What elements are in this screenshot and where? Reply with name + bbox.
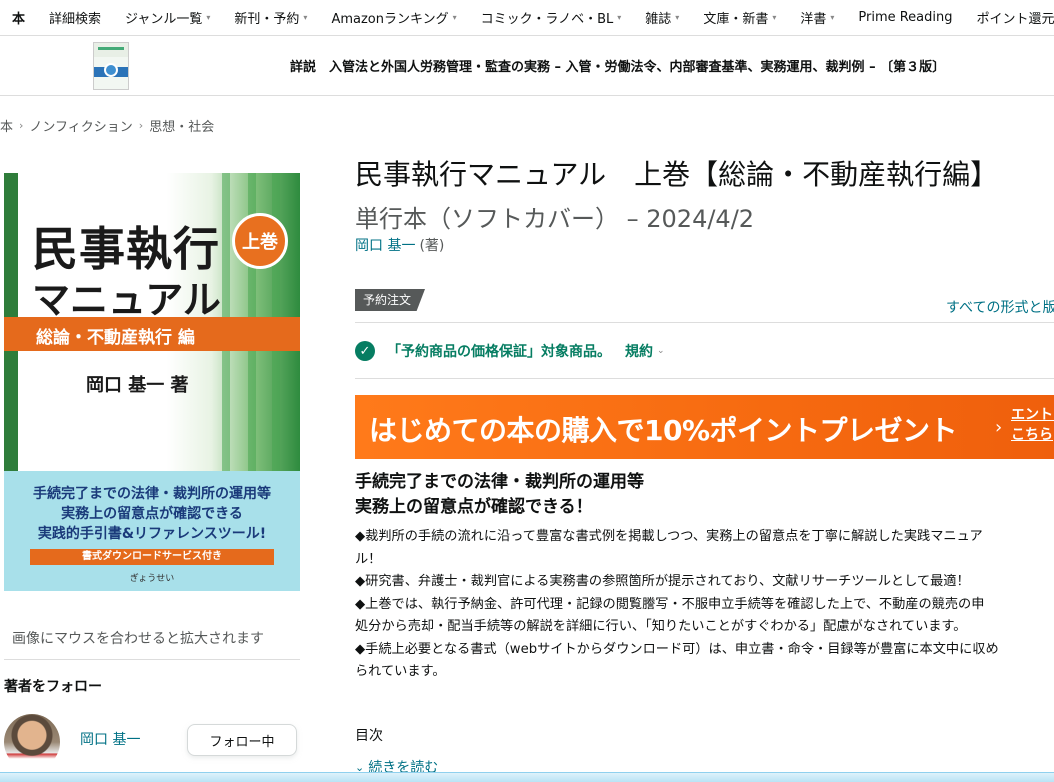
promo-entry-link[interactable]: エントリー こちら: [1011, 405, 1054, 445]
nav-item[interactable]: 雑誌 ▾: [633, 0, 691, 35]
chevron-down-icon: ▾: [830, 13, 835, 22]
chevron-down-icon: ▾: [772, 13, 777, 22]
related-book-title[interactable]: 詳説 入管法と外国人労務管理・監査の実務 – 入管・労働法令、内部審査基準、実務…: [290, 56, 945, 75]
nav-item[interactable]: 文庫・新書 ▾: [691, 0, 788, 35]
nav-item[interactable]: Amazonランキング ▾: [319, 0, 468, 35]
description-line: ◆研究書、弁護士・裁判官による実務書の参照箇所が提示されており、文献リサーチツー…: [355, 574, 970, 589]
breadcrumb-item-thought-society[interactable]: 思想・社会: [149, 116, 214, 135]
breadcrumb: 本 › ノンフィクション › 思想・社会: [0, 116, 214, 135]
chevron-down-icon: ▾: [303, 13, 308, 22]
category-nav: 本詳細検索 ジャンル一覧 ▾ 新刊・予約 ▾ Amazonランキング ▾ コミック・ラノベ・B…: [0, 0, 1054, 36]
author-name-link[interactable]: 岡口 基一: [80, 729, 140, 749]
related-product-bar: 詳説 入管法と外国人労務管理・監査の実務 – 入管・労働法令、内部審査基準、実務…: [0, 36, 1054, 96]
chevron-right-icon: ›: [19, 119, 24, 132]
description-body: ◆裁判所の手続の流れに沿って豊富な書式例を掲載しつつ、実務上の留意点を丁寧に解説…: [355, 526, 1054, 684]
description-line: られています。: [355, 664, 446, 679]
price-guarantee: ✓ 「予約商品の価格保証」対象商品。 規約 ⌄: [355, 341, 665, 361]
cover-tagline-1: 手続完了までの法律・裁判所の運用等: [33, 486, 271, 502]
cover-tagline-2: 実務上の留意点が確認できる: [61, 506, 243, 522]
cover-download-note: 書式ダウンロードサービス付き: [30, 549, 274, 565]
nav-item[interactable]: 本: [0, 0, 37, 35]
description-heading: 手続完了までの法律・裁判所の運用等 実務上の留意点が確認できる！: [355, 472, 644, 517]
cover-author: 岡口 基一 著: [86, 375, 189, 396]
nav-item[interactable]: 新刊・予約 ▾: [222, 0, 319, 35]
description-line: ◆手続上必要となる書式（webサイトからダウンロード可）は、申立書・命令・目録等…: [355, 641, 999, 657]
chevron-down-icon: ▾: [452, 13, 457, 22]
chevron-down-icon: ▾: [675, 13, 680, 22]
description-line: ル！: [355, 551, 382, 567]
toc-label: 目次: [355, 728, 383, 744]
description-line: ◆裁判所の手続の流れに沿って豊富な書式例を掲載しつつ、実務上の留意点を丁寧に解説…: [355, 529, 983, 544]
bottom-bar: [0, 772, 1054, 782]
all-formats-link[interactable]: すべての形式と版: [946, 297, 1054, 317]
book-cover-image[interactable]: 民事執行 マニュアル 上巻 総論・不動産執行 編 岡口 基一 著 手続完了までの…: [4, 173, 300, 591]
author-link[interactable]: 岡口 基一: [355, 238, 415, 254]
breadcrumb-item-nonfiction[interactable]: ノンフィクション: [29, 116, 132, 135]
product-title: 民事執行マニュアル 上巻【総論・不動産執行編】: [355, 158, 999, 191]
promo-text: はじめての本の購入で10%ポイントプレゼント: [369, 414, 958, 447]
follow-button[interactable]: フォロー中: [187, 724, 297, 756]
cover-tagline-3: 実践的手引書&リファレンスツール!: [37, 526, 267, 542]
nav-item[interactable]: 詳細検索: [37, 0, 113, 35]
divider: [4, 659, 300, 660]
check-circle-icon: ✓: [355, 341, 375, 361]
breadcrumb-item-books[interactable]: 本: [0, 116, 13, 135]
nav-item[interactable]: ジャンル一覧 ▾: [113, 0, 222, 35]
related-book-thumbnail[interactable]: [93, 42, 129, 90]
zoom-hint: 画像にマウスを合わせると拡大されます: [12, 631, 264, 647]
chevron-down-icon[interactable]: ⌄: [657, 346, 665, 356]
divider: [355, 322, 1054, 323]
cover-title-line2: マニュアル: [32, 277, 221, 322]
chevron-right-icon: ›: [995, 417, 1003, 438]
nav-item[interactable]: ポイント還元: [965, 0, 1054, 35]
cover-volume-badge: 上巻: [232, 213, 288, 269]
preorder-badge: 予約注文: [355, 289, 426, 311]
cover-publisher: ぎょうせい: [129, 574, 175, 584]
chevron-down-icon: ▾: [617, 13, 622, 22]
cover-lower-panel: 手続完了までの法律・裁判所の運用等 実務上の留意点が確認できる 実践的手引書&リ…: [4, 471, 300, 591]
promo-banner[interactable]: はじめての本の購入で10%ポイントプレゼント › エントリー こちら: [355, 395, 1054, 459]
price-guarantee-text: 「予約商品の価格保証」対象商品。: [387, 344, 611, 360]
cover-subtitle-band: 総論・不動産執行 編: [4, 317, 300, 351]
chevron-down-icon: ▾: [206, 13, 211, 22]
chevron-right-icon: ›: [138, 119, 144, 132]
author-avatar[interactable]: [4, 714, 60, 770]
author-role: (著): [419, 238, 445, 254]
product-format-date: 単行本（ソフトカバー） – 2024/4/2: [355, 205, 755, 233]
nav-item[interactable]: Prime Reading: [846, 0, 964, 35]
nav-item[interactable]: コミック・ラノベ・BL ▾: [469, 0, 634, 35]
description-line: 処分から売却・配当手続等の解説を詳細に行い、「知りたいことがすぐわかる」配慮がな…: [355, 619, 967, 634]
nav-item[interactable]: 洋書 ▾: [788, 0, 846, 35]
follow-author-heading: 著者をフォロー: [4, 679, 102, 695]
divider: [355, 378, 1054, 379]
byline: 岡口 基一 (著): [355, 235, 444, 255]
terms-dropdown[interactable]: 規約: [625, 341, 653, 361]
description-line: ◆上巻では、執行予納金、許可代理・記録の閲覧謄写・不服申立手続等を確認した上で、…: [355, 596, 985, 612]
